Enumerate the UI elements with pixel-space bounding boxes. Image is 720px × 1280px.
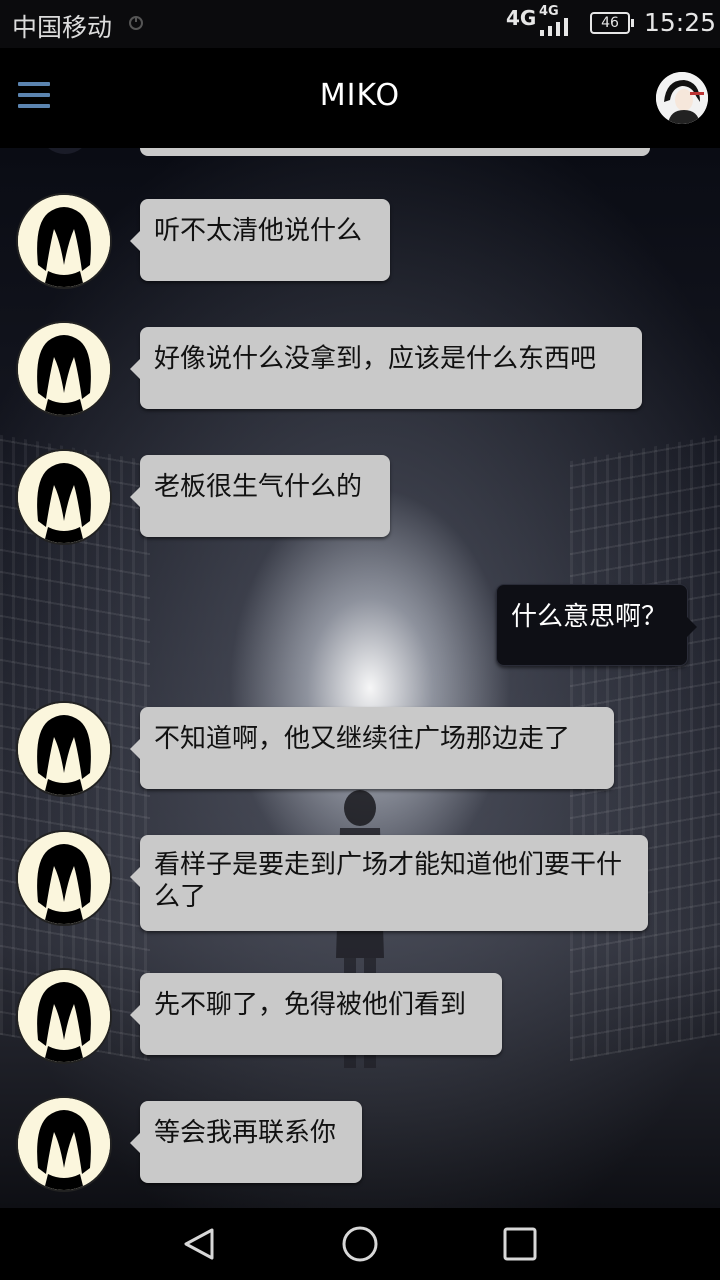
network-type: 4G — [506, 6, 537, 30]
message-bubble[interactable]: 看样子是要走到广场才能知道他们要干什么了 — [130, 835, 648, 931]
battery-level: 46 — [601, 15, 619, 31]
user-avatar[interactable] — [656, 72, 708, 124]
avatar[interactable] — [18, 970, 110, 1062]
network-type-secondary: 4G — [539, 4, 559, 19]
data-saver-icon — [129, 16, 143, 30]
status-bar: 中国移动 4G 4G 46 15:25 — [0, 0, 720, 48]
chat-title: MIKO — [319, 78, 401, 113]
home-circle-icon[interactable] — [340, 1224, 380, 1264]
back-triangle-icon[interactable] — [180, 1224, 220, 1264]
avatar[interactable] — [18, 195, 110, 287]
message-bubble-self[interactable]: 什么意思啊？ — [496, 584, 697, 666]
message-text: 听不太清他说什么 — [154, 216, 363, 246]
carrier-name: 中国移动 — [12, 13, 113, 42]
message-text: 什么意思啊？ — [511, 602, 668, 632]
message-bubble[interactable]: 听不太清他说什么 — [130, 199, 390, 281]
message-bubble[interactable]: 老板很生气什么的 — [130, 455, 390, 537]
message-bubble[interactable]: 好像说什么没拿到，应该是什么东西吧 — [130, 327, 642, 409]
app-bar: MIKO — [0, 48, 720, 148]
message-text: 看样子是要走到广场才能知道他们要干什么了 — [154, 850, 623, 912]
message-text: 好像说什么没拿到，应该是什么东西吧 — [154, 344, 597, 374]
signal-strength-icon — [540, 18, 568, 36]
recents-square-icon[interactable] — [500, 1224, 540, 1264]
battery-icon: 46 — [590, 12, 634, 34]
message-bubble-partial — [140, 148, 650, 156]
message-text: 老板很生气什么的 — [154, 472, 363, 502]
message-text: 不知道啊，他又继续往广场那边走了 — [154, 724, 571, 754]
message-bubble[interactable]: 等会我再联系你 — [130, 1101, 362, 1183]
avatar[interactable] — [18, 1098, 110, 1190]
avatar[interactable] — [18, 323, 110, 415]
message-text: 先不聊了，免得被他们看到 — [154, 990, 467, 1020]
avatar[interactable] — [18, 703, 110, 795]
status-time: 15:25 — [644, 8, 717, 37]
navigation-bar — [0, 1208, 720, 1280]
avatar[interactable] — [18, 451, 110, 543]
avatar[interactable] — [18, 832, 110, 924]
message-bubble[interactable]: 不知道啊，他又继续往广场那边走了 — [130, 707, 614, 789]
message-bubble[interactable]: 先不聊了，免得被他们看到 — [130, 973, 502, 1055]
chat-area[interactable]: 听不太清他说什么 好像说什么没拿到，应该是什么东西吧 老板很生气什么的 什么意思… — [0, 148, 720, 1208]
avatar — [40, 148, 90, 154]
message-text: 等会我再联系你 — [154, 1118, 337, 1148]
